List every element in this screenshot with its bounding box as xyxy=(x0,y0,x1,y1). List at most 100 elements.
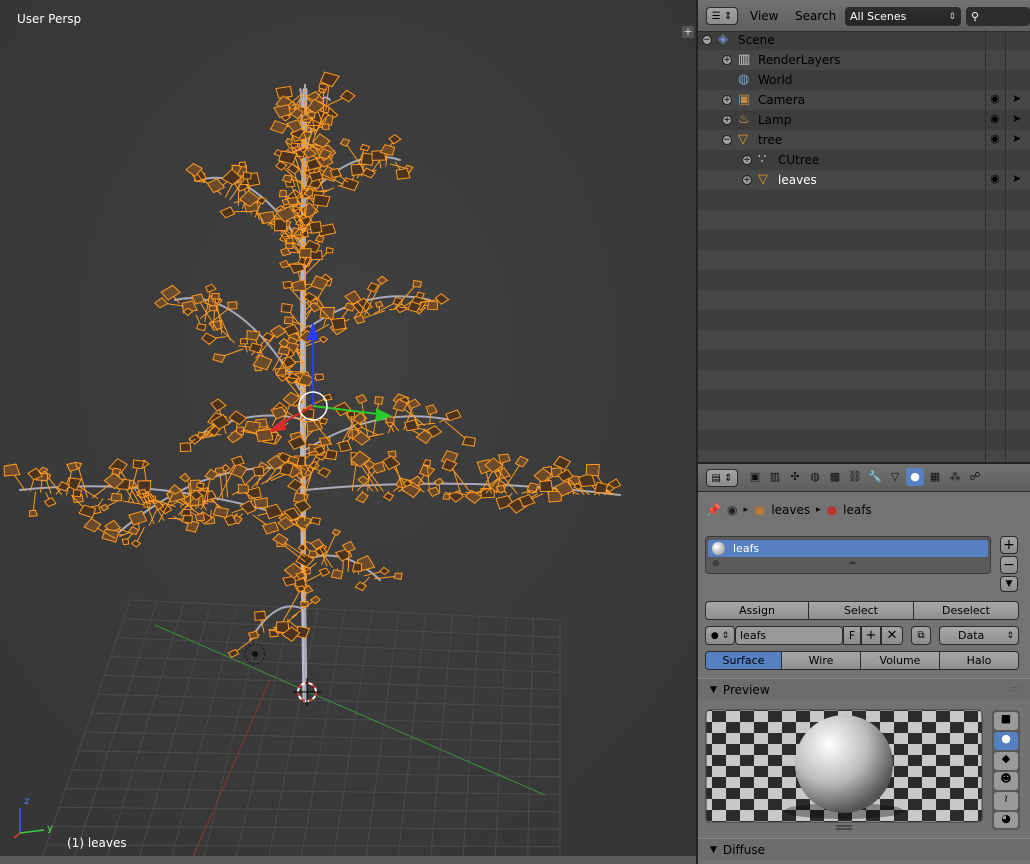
diffuse-panel-header[interactable]: ▼ Diffuse xyxy=(698,838,1030,860)
pin-icon[interactable]: 📌 xyxy=(706,503,721,517)
drag-handle-icon[interactable]: ∷∷ xyxy=(1010,685,1020,694)
outliner-row[interactable]: + ▥ RenderLayers xyxy=(698,50,1030,70)
preview-panel-body: ■ ● ◆ ☻ ≀ ◕ xyxy=(698,700,1030,840)
preview-sphere-button[interactable]: ● xyxy=(994,732,1018,750)
add-slot-button[interactable]: + xyxy=(1000,536,1018,554)
modifiers-tab-icon[interactable]: 🔧 xyxy=(866,468,884,486)
tab-wire[interactable]: Wire xyxy=(781,651,861,670)
properties-panel[interactable]: ▤ ⇕ ▣ ▥ ✣ ◍ ▩ ⛓ 🔧 ▽ ● ▦ ⁂ ☍ 📌 ◉ ▸ ▣ leaves ▸ ● leaf… xyxy=(698,464,1030,864)
scene-select[interactable]: All Scenes ⇕ xyxy=(845,7,961,26)
outliner-row[interactable]: ◍ World xyxy=(698,70,1030,90)
remove-slot-button[interactable]: − xyxy=(1000,556,1018,574)
outliner-item-label[interactable]: Lamp xyxy=(758,113,791,127)
scene-tab-icon[interactable]: ✣ xyxy=(786,468,804,486)
outliner-row[interactable]: − ◈ Scene xyxy=(698,30,1030,50)
outliner-empty-row xyxy=(698,310,1030,330)
leaf-quad xyxy=(195,482,205,490)
physics-tab-icon[interactable]: ☍ xyxy=(966,468,984,486)
assign-button[interactable]: Assign xyxy=(705,601,809,620)
new-material-button[interactable]: + xyxy=(861,626,881,645)
outliner-row[interactable]: + ▽ leaves ◉ ➤ xyxy=(698,170,1030,190)
scene-canvas[interactable] xyxy=(0,0,696,864)
outliner-item-label[interactable]: Scene xyxy=(738,33,775,47)
list-expand-icon[interactable]: ⊕ xyxy=(712,559,720,569)
outliner-header: ☰ ⇕ View Search All Scenes ⇕ ⚲ xyxy=(698,0,1030,32)
leaf-quad xyxy=(374,396,384,405)
select-button[interactable]: Select xyxy=(808,601,914,620)
scene-icon: ◈ xyxy=(718,32,728,47)
leaf-quad xyxy=(253,497,269,509)
search-menu[interactable]: Search xyxy=(795,9,836,23)
expand-toggle-icon[interactable]: + xyxy=(742,155,752,165)
copy-material-button[interactable]: ⧉ xyxy=(911,626,931,645)
3d-viewport[interactable]: User Persp (1) leaves z y + xyxy=(0,0,696,864)
list-resize-handle-icon[interactable]: ═ xyxy=(850,559,855,569)
outliner-item-label[interactable]: World xyxy=(758,73,792,87)
leaf-quad xyxy=(258,210,276,225)
tab-volume[interactable]: Volume xyxy=(860,651,940,670)
visibility-eye-icon[interactable]: ◉ xyxy=(990,172,1000,185)
expand-toggle-icon[interactable]: − xyxy=(702,35,712,45)
preview-monkey-button[interactable]: ☻ xyxy=(994,772,1018,790)
outliner-item-label[interactable]: Camera xyxy=(758,93,805,107)
render-layers-tab-icon[interactable]: ▥ xyxy=(766,468,784,486)
preview-hair-button[interactable]: ≀ xyxy=(994,792,1018,810)
editor-type-button[interactable]: ☰ ⇕ xyxy=(706,7,738,25)
slot-menu-button[interactable]: ▼ xyxy=(1000,576,1018,592)
breadcrumb-arrow-icon: ▸ xyxy=(816,505,821,515)
outliner-row[interactable]: + ▣ Camera ◉ ➤ xyxy=(698,90,1030,110)
tab-halo[interactable]: Halo xyxy=(939,651,1019,670)
outliner-panel[interactable]: ☰ ⇕ View Search All Scenes ⇕ ⚲ − ◈ Scene + ▥… xyxy=(698,0,1030,462)
outliner-row[interactable]: − ▽ tree ◉ ➤ xyxy=(698,130,1030,150)
selectable-arrow-icon[interactable]: ➤ xyxy=(1012,132,1021,145)
link-select[interactable]: Data ⇕ xyxy=(939,626,1019,645)
outliner-item-label[interactable]: CUtree xyxy=(778,153,819,167)
properties-editor-type-button[interactable]: ▤ ⇕ xyxy=(706,469,738,487)
expand-toggle-icon[interactable]: − xyxy=(722,135,732,145)
particles-tab-icon[interactable]: ⁂ xyxy=(946,468,964,486)
unlink-material-button[interactable]: ✕ xyxy=(881,626,903,645)
outliner-row[interactable]: + ♨ Lamp ◉ ➤ xyxy=(698,110,1030,130)
preview-flat-button[interactable]: ■ xyxy=(994,712,1018,730)
constraints-tab-icon[interactable]: ⛓ xyxy=(846,468,864,486)
expand-toggle-icon[interactable]: + xyxy=(742,175,752,185)
preview-world-button[interactable]: ◕ xyxy=(994,812,1018,828)
visibility-eye-icon[interactable]: ◉ xyxy=(990,132,1000,145)
browse-material-button[interactable]: ● ⇕ xyxy=(705,626,735,645)
material-slot-item[interactable]: leafs xyxy=(708,540,988,557)
deselect-button[interactable]: Deselect xyxy=(913,601,1019,620)
texture-tab-icon[interactable]: ▦ xyxy=(926,468,944,486)
material-type-tabs: Surface Wire Volume Halo xyxy=(705,651,1019,670)
selectable-arrow-icon[interactable]: ➤ xyxy=(1012,92,1021,105)
material-name-field[interactable]: leafs xyxy=(735,626,843,645)
outliner-item-label[interactable]: tree xyxy=(758,133,782,147)
preview-panel-header[interactable]: ▼ Preview ∷∷ xyxy=(698,678,1030,700)
visibility-eye-icon[interactable]: ◉ xyxy=(990,112,1000,125)
expand-toggle-icon[interactable]: + xyxy=(722,95,732,105)
world-tab-icon[interactable]: ◍ xyxy=(806,468,824,486)
fake-user-button[interactable]: F xyxy=(843,626,861,645)
material-tab-icon[interactable]: ● xyxy=(906,468,924,486)
selectable-arrow-icon[interactable]: ➤ xyxy=(1012,172,1021,185)
render-tab-icon[interactable]: ▣ xyxy=(746,468,764,486)
object-tab-icon[interactable]: ▩ xyxy=(826,468,844,486)
expand-toggle-icon[interactable]: + xyxy=(722,115,732,125)
outliner-column-divider xyxy=(985,30,986,462)
leaf-quad xyxy=(179,442,192,453)
data-tab-icon[interactable]: ▽ xyxy=(886,468,904,486)
outliner-row[interactable]: + ∵ CUtree xyxy=(698,150,1030,170)
toolshelf-toggle-icon[interactable]: + xyxy=(682,26,694,38)
expand-toggle-icon[interactable]: + xyxy=(722,55,732,65)
leaf-quad xyxy=(298,248,312,259)
outliner-item-label[interactable]: RenderLayers xyxy=(758,53,840,67)
visibility-eye-icon[interactable]: ◉ xyxy=(990,92,1000,105)
view-menu[interactable]: View xyxy=(750,9,778,23)
material-slot-list[interactable]: leafs ⊕ ═ xyxy=(705,536,991,574)
leaf-quad xyxy=(283,316,294,325)
outliner-item-label[interactable]: leaves xyxy=(778,173,817,187)
outliner-search-input[interactable]: ⚲ xyxy=(966,7,1030,26)
preview-cube-button[interactable]: ◆ xyxy=(994,752,1018,770)
preview-type-buttons: ■ ● ◆ ☻ ≀ ◕ xyxy=(992,710,1020,830)
tab-surface[interactable]: Surface xyxy=(705,651,782,670)
selectable-arrow-icon[interactable]: ➤ xyxy=(1012,112,1021,125)
